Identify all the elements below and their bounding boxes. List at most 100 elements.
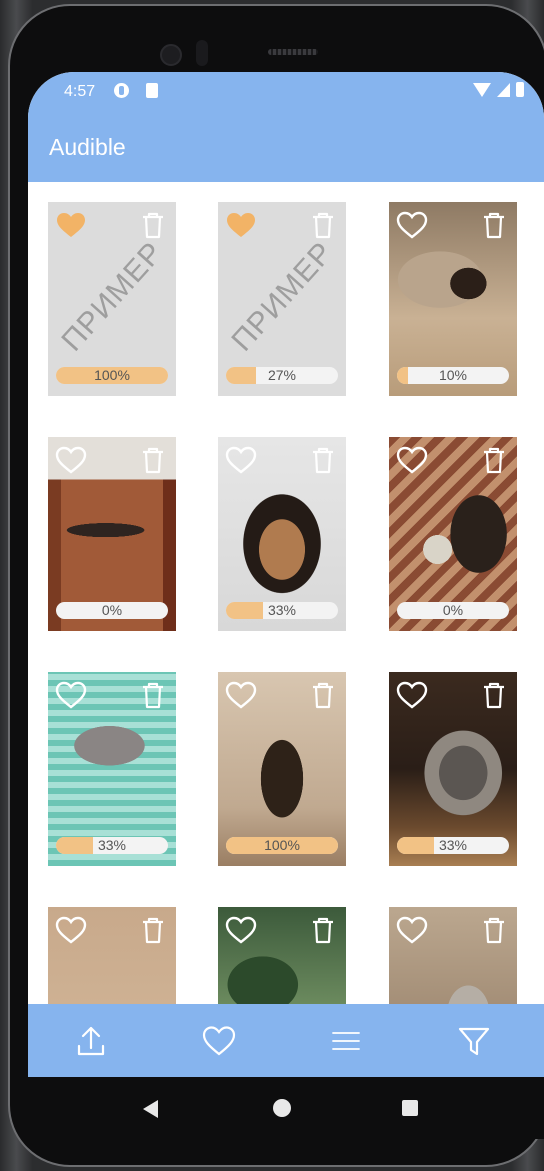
delete-button[interactable] [140,915,166,945]
signal-icon [497,82,510,97]
upload-button[interactable] [71,1022,111,1060]
favorites-button[interactable] [199,1022,239,1060]
delete-button[interactable] [140,680,166,710]
trash-icon [143,447,163,474]
delete-button[interactable] [481,680,507,710]
back-button[interactable] [143,1100,158,1118]
favorite-button[interactable] [224,680,258,710]
progress-label: 0% [442,602,464,618]
heart-icon [55,446,87,474]
sensor [196,40,208,66]
trash-icon [143,212,163,239]
heart-icon [396,211,428,239]
media-card[interactable] [218,907,346,1004]
favorite-button[interactable] [54,210,88,240]
media-card[interactable] [389,907,517,1004]
delete-button[interactable] [140,210,166,240]
heart-filled-icon [227,213,255,237]
progress-bar: 100% [226,837,338,854]
heart-icon [225,446,257,474]
filter-icon [458,1027,490,1056]
media-card[interactable]: 0% [48,437,176,631]
delete-button[interactable] [481,210,507,240]
bottom-navigation [28,1004,544,1077]
trash-icon [484,682,504,709]
delete-button[interactable] [140,445,166,475]
filter-button[interactable] [454,1022,494,1060]
media-card[interactable]: 33% [389,672,517,866]
trash-icon [484,447,504,474]
app-bar: Audible [28,112,544,182]
placeholder-watermark: ПРИМЕР [55,235,170,358]
trash-icon [143,917,163,944]
trash-icon [484,917,504,944]
data-saver-icon [114,83,129,98]
favorite-button[interactable] [395,445,429,475]
progress-bar: 0% [56,602,168,619]
progress-label: 33% [438,837,468,853]
heart-icon [396,916,428,944]
heart-filled-icon [57,213,85,237]
menu-icon [332,1032,360,1050]
delete-button[interactable] [310,915,336,945]
trash-icon [313,447,333,474]
progress-label: 33% [267,602,297,618]
heart-icon [396,681,428,709]
status-time: 4:57 [64,83,96,100]
media-card[interactable] [48,907,176,1004]
upload-icon [77,1026,105,1056]
placeholder-watermark: ПРИМЕР [225,235,340,358]
favorite-button[interactable] [54,680,88,710]
media-card[interactable]: 0% [389,437,517,631]
wifi-icon [473,82,491,97]
favorite-button[interactable] [224,210,258,240]
app-title: Audible [49,134,126,160]
trash-icon [484,212,504,239]
menu-button[interactable] [326,1022,366,1060]
favorite-button[interactable] [395,680,429,710]
progress-bar: 27% [226,367,338,384]
trash-icon [313,212,333,239]
progress-label: 100% [264,837,300,853]
favorite-button[interactable] [224,915,258,945]
delete-button[interactable] [310,680,336,710]
progress-label: 10% [438,367,468,383]
trash-icon [313,917,333,944]
progress-label: 27% [267,367,297,383]
trash-icon [143,682,163,709]
earpiece-speaker [268,49,318,55]
recents-button[interactable] [402,1100,418,1116]
progress-bar: 100% [56,367,168,384]
progress-bar: 0% [397,602,509,619]
trash-icon [313,682,333,709]
delete-button[interactable] [481,445,507,475]
system-navigation-bar [28,1077,544,1139]
media-card[interactable]: 10% [389,202,517,396]
heart-icon [225,681,257,709]
media-card[interactable]: 33% [48,672,176,866]
favorite-button[interactable] [54,445,88,475]
favorite-button[interactable] [54,915,88,945]
battery-icon [516,82,524,97]
heart-icon [396,446,428,474]
favorite-button[interactable] [395,915,429,945]
delete-button[interactable] [481,915,507,945]
favorite-button[interactable] [395,210,429,240]
progress-bar: 33% [56,837,168,854]
heart-icon [55,681,87,709]
home-button[interactable] [273,1099,291,1117]
progress-bar: 33% [226,602,338,619]
sd-card-icon [146,83,158,98]
progress-label: 100% [94,367,130,383]
favorite-button[interactable] [224,445,258,475]
media-grid[interactable]: ПРИМЕР 100% ПРИМЕР 27% 10% 0% 33% 0% 33% 100% 33% [28,182,544,1004]
progress-label: 33% [97,837,127,853]
media-card[interactable]: 100% [218,672,346,866]
media-card[interactable]: ПРИМЕР 100% [48,202,176,396]
media-card[interactable]: 33% [218,437,346,631]
heart-icon [55,916,87,944]
front-camera [160,44,182,66]
media-card[interactable]: ПРИМЕР 27% [218,202,346,396]
delete-button[interactable] [310,445,336,475]
delete-button[interactable] [310,210,336,240]
